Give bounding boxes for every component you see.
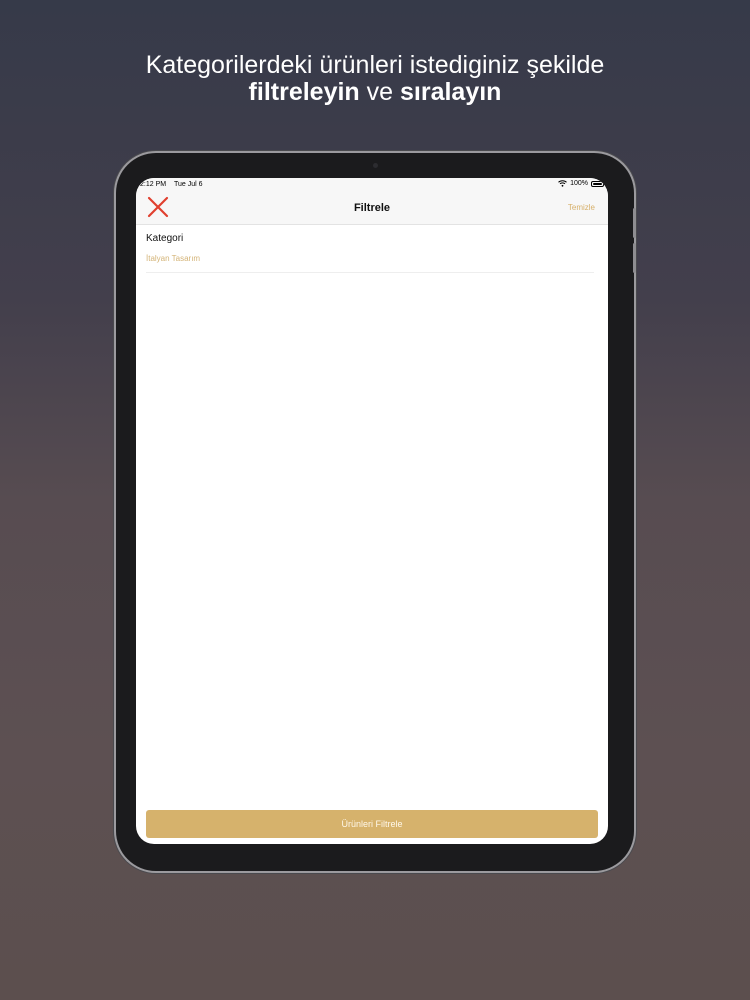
status-right: 100% (558, 180, 604, 187)
wifi-icon (558, 180, 567, 187)
status-date: Tue Jul 6 (174, 181, 203, 188)
status-time: 2:12 PM (140, 181, 167, 188)
headline-connector: ve (359, 78, 400, 106)
headline-bold-sort: sıralayın (400, 78, 502, 106)
battery-icon (591, 180, 604, 187)
clear-button[interactable]: Temizle (568, 203, 595, 212)
camera-icon (373, 163, 378, 168)
headline-bold-filter: filtreleyin (248, 78, 360, 106)
battery-percent: 100% (570, 180, 588, 187)
nav-bar: Filtrele Temizle (136, 191, 608, 225)
device-volume-down-button (633, 243, 636, 273)
headline-line1: Kategorilerdeki ürünleri istediginiz şek… (145, 51, 605, 79)
tablet-screen: 2:12 PM Tue Jul 6 100% Filtrele Temizle … (136, 178, 608, 844)
category-label: Kategori (146, 233, 184, 244)
divider (146, 272, 594, 273)
page-title: Filtrele (353, 202, 391, 214)
headline: Kategorilerdeki ürünleri istediginiz şek… (0, 52, 750, 106)
status-bar: 2:12 PM Tue Jul 6 100% (136, 178, 608, 191)
device-volume-up-button (633, 208, 636, 238)
filter-products-button[interactable]: Ürünleri Filtrele (146, 810, 598, 838)
category-value[interactable]: İtalyan Tasarım (146, 254, 200, 263)
headline-line2: filtreleyin ve sıralayın (0, 79, 750, 106)
